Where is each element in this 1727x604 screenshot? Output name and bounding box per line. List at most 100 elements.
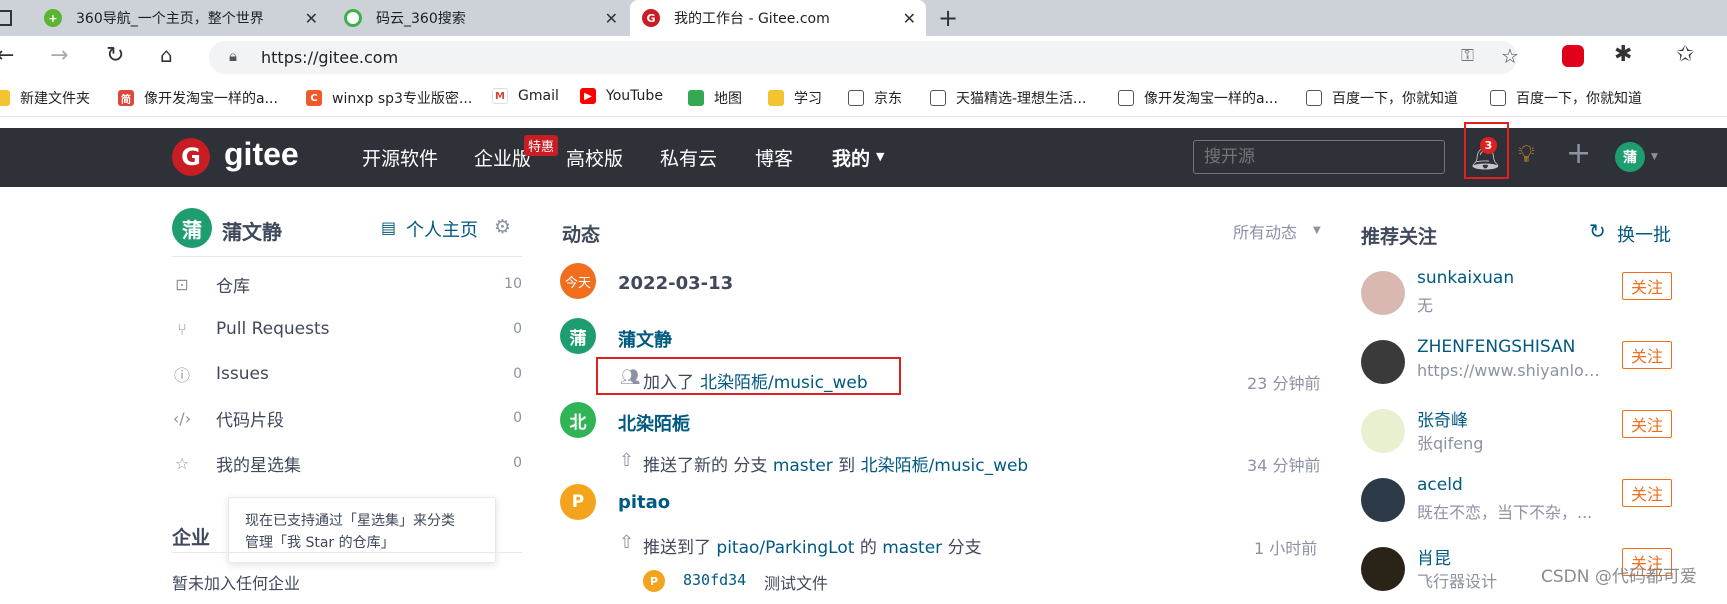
star-icon: ☆ bbox=[174, 453, 190, 473]
follow-button[interactable]: 关注 bbox=[1622, 341, 1672, 369]
push-icon: ⇧ bbox=[619, 532, 635, 553]
event-repo-link[interactable]: 北染陌栀/music_web bbox=[861, 456, 1029, 476]
recommend-user-name[interactable]: 张奇峰 bbox=[1417, 406, 1468, 431]
user-name[interactable]: 蒲文静 bbox=[222, 216, 282, 245]
branch-link[interactable]: master bbox=[882, 538, 942, 558]
gitee-logo-text[interactable]: gitee bbox=[224, 136, 299, 173]
event-avatar[interactable]: 北 bbox=[560, 402, 596, 438]
user-avatar[interactable] bbox=[1361, 547, 1405, 591]
user-avatar[interactable] bbox=[1361, 409, 1405, 453]
close-icon[interactable]: ✕ bbox=[305, 9, 318, 28]
branch-link[interactable]: master bbox=[773, 456, 833, 476]
close-icon[interactable]: ✕ bbox=[903, 9, 916, 28]
nav-private-cloud[interactable]: 私有云 bbox=[660, 144, 717, 171]
divider bbox=[172, 256, 522, 257]
tab-360-nav[interactable]: + 360导航_一个主页，整个世界 ✕ bbox=[28, 0, 328, 36]
tab-gitee[interactable]: G 我的工作台 - Gitee.com ✕ bbox=[630, 0, 926, 36]
recommend-user-name[interactable]: aceld bbox=[1417, 475, 1463, 495]
page-icon bbox=[848, 90, 864, 106]
recommend-user: aceld 既在不恋，当下不杂，... 关注 bbox=[1361, 475, 1681, 535]
reload-icon[interactable]: ↻ bbox=[106, 43, 124, 68]
event-user[interactable]: 北染陌栀 bbox=[618, 410, 690, 436]
nav-education[interactable]: 高校版 bbox=[566, 144, 623, 171]
event-action: 加入了 bbox=[643, 373, 694, 393]
forward-icon[interactable]: → bbox=[50, 43, 68, 68]
feed-filter-dropdown[interactable]: 所有动态 bbox=[1233, 219, 1297, 243]
chevron-down-icon[interactable]: ▼ bbox=[1313, 225, 1321, 236]
bookmark-item[interactable]: 百度一下，你就知道 bbox=[1306, 88, 1458, 108]
gear-icon[interactable]: ⚙ bbox=[494, 216, 511, 238]
bookmark-item[interactable]: 新建文件夹 bbox=[0, 88, 90, 108]
nav-blog[interactable]: 博客 bbox=[755, 144, 793, 171]
commit-hash-link[interactable]: 830fd34 bbox=[683, 571, 746, 589]
extension-shield-icon[interactable] bbox=[1562, 45, 1584, 67]
lightbulb-icon[interactable]: 💡︎ bbox=[1518, 140, 1535, 168]
jian-icon: 简 bbox=[118, 90, 134, 106]
tab-360-search[interactable]: 码云_360搜索 ✕ bbox=[328, 0, 628, 36]
bookmark-item[interactable]: 百度一下，你就知道 bbox=[1490, 88, 1642, 108]
refresh-icon[interactable]: ↻ bbox=[1589, 219, 1606, 243]
close-icon[interactable]: ✕ bbox=[605, 9, 618, 28]
address-bar-row: ← → ↻ ⌂ 🔒︎ https://gitee.com ⚿ ☆ ✱ ✩ bbox=[0, 36, 1727, 79]
nav-enterprise[interactable]: 企业版 bbox=[474, 144, 531, 171]
gitee-icon: G bbox=[642, 9, 660, 27]
home-icon[interactable]: ⌂ bbox=[160, 43, 173, 67]
event-repo-link[interactable]: 北染陌栀/music_web bbox=[700, 368, 868, 393]
recommend-user-name[interactable]: ZHENFENGSHISAN bbox=[1417, 337, 1575, 357]
plus-icon[interactable]: + bbox=[1566, 136, 1591, 171]
key-icon[interactable]: ⚿ bbox=[1461, 46, 1474, 66]
personal-home-link[interactable]: 个人主页 bbox=[406, 216, 478, 242]
sidebar-item-star-collections[interactable]: ☆ 我的星选集 0 bbox=[172, 448, 522, 478]
user-avatar[interactable] bbox=[1361, 478, 1405, 522]
follow-button[interactable]: 关注 bbox=[1622, 272, 1672, 300]
nav-mine[interactable]: 我的 bbox=[832, 144, 870, 171]
recommend-user-desc: 既在不恋，当下不杂，... bbox=[1417, 503, 1593, 522]
recommend-user-name[interactable]: 肖昆 bbox=[1417, 544, 1451, 569]
follow-button[interactable]: 关注 bbox=[1622, 410, 1672, 438]
chevron-down-icon[interactable]: ▼ bbox=[876, 150, 884, 163]
bookmark-item[interactable]: 京东 bbox=[848, 88, 902, 108]
extensions-puzzle-icon[interactable]: ✱ bbox=[1614, 42, 1632, 67]
user-avatar[interactable]: 蒲 bbox=[172, 208, 212, 248]
bookmark-item[interactable]: 天猫精选-理想生活... bbox=[930, 88, 1086, 108]
today-badge: 今天 bbox=[560, 263, 596, 299]
sidebar-item-code-snippets[interactable]: ‹/› 代码片段 0 bbox=[172, 403, 522, 433]
search-input[interactable] bbox=[1193, 140, 1445, 174]
url-text: https://gitee.com bbox=[261, 48, 399, 67]
repo-icon: ⊡ bbox=[175, 274, 189, 294]
chevron-down-icon[interactable]: ▼ bbox=[1651, 152, 1658, 162]
sidebar-item-pull-requests[interactable]: ⑂ Pull Requests 0 bbox=[172, 314, 522, 344]
bookmark-item[interactable]: 学习 bbox=[768, 88, 822, 108]
event-avatar[interactable]: P bbox=[560, 484, 596, 520]
bookmark-item[interactable]: ▶ YouTube bbox=[580, 88, 663, 104]
header-avatar[interactable]: 蒲 bbox=[1615, 142, 1645, 172]
favorites-icon[interactable]: ✩ bbox=[1676, 42, 1694, 67]
bookmark-item[interactable]: 简像开发淘宝一样的a... bbox=[118, 88, 278, 108]
bookmark-item[interactable]: M Gmail bbox=[492, 88, 559, 104]
sidebar-item-repos[interactable]: ⊡ 仓库 10 bbox=[172, 269, 522, 299]
lock-icon: 🔒︎ bbox=[229, 47, 237, 65]
event-avatar[interactable]: 蒲 bbox=[560, 318, 596, 354]
follow-button[interactable]: 关注 bbox=[1622, 479, 1672, 507]
user-avatar[interactable] bbox=[1361, 340, 1405, 384]
bookmark-item[interactable]: 地图 bbox=[688, 88, 742, 108]
sidebar-item-issues[interactable]: ⓘ Issues 0 bbox=[172, 359, 522, 389]
back-icon[interactable]: ← bbox=[0, 43, 14, 68]
add-favorite-icon[interactable]: ☆ bbox=[1501, 44, 1519, 68]
window-menu-icon[interactable] bbox=[0, 10, 12, 26]
event-user[interactable]: 蒲文静 bbox=[618, 326, 672, 352]
nav-opensource[interactable]: 开源软件 bbox=[362, 144, 438, 171]
url-bar[interactable]: 🔒︎ https://gitee.com ⚿ ☆ bbox=[209, 41, 1519, 74]
user-avatar[interactable] bbox=[1361, 271, 1405, 315]
event-repo-link[interactable]: pitao/ParkingLot bbox=[716, 538, 854, 558]
new-tab-button[interactable]: + bbox=[938, 4, 958, 32]
bookmark-item[interactable]: Cwinxp sp3专业版密... bbox=[306, 88, 472, 108]
bookmark-item[interactable]: 像开发淘宝一样的a... bbox=[1118, 88, 1278, 108]
notification-count-badge: 3 bbox=[1480, 137, 1497, 154]
recommend-user-desc: 无 bbox=[1417, 296, 1434, 315]
gitee-logo-icon[interactable]: G bbox=[172, 138, 210, 176]
divider bbox=[172, 552, 522, 553]
refresh-button[interactable]: 换一批 bbox=[1617, 221, 1671, 247]
event-user[interactable]: pitao bbox=[618, 492, 670, 513]
recommend-user-name[interactable]: sunkaixuan bbox=[1417, 268, 1514, 288]
